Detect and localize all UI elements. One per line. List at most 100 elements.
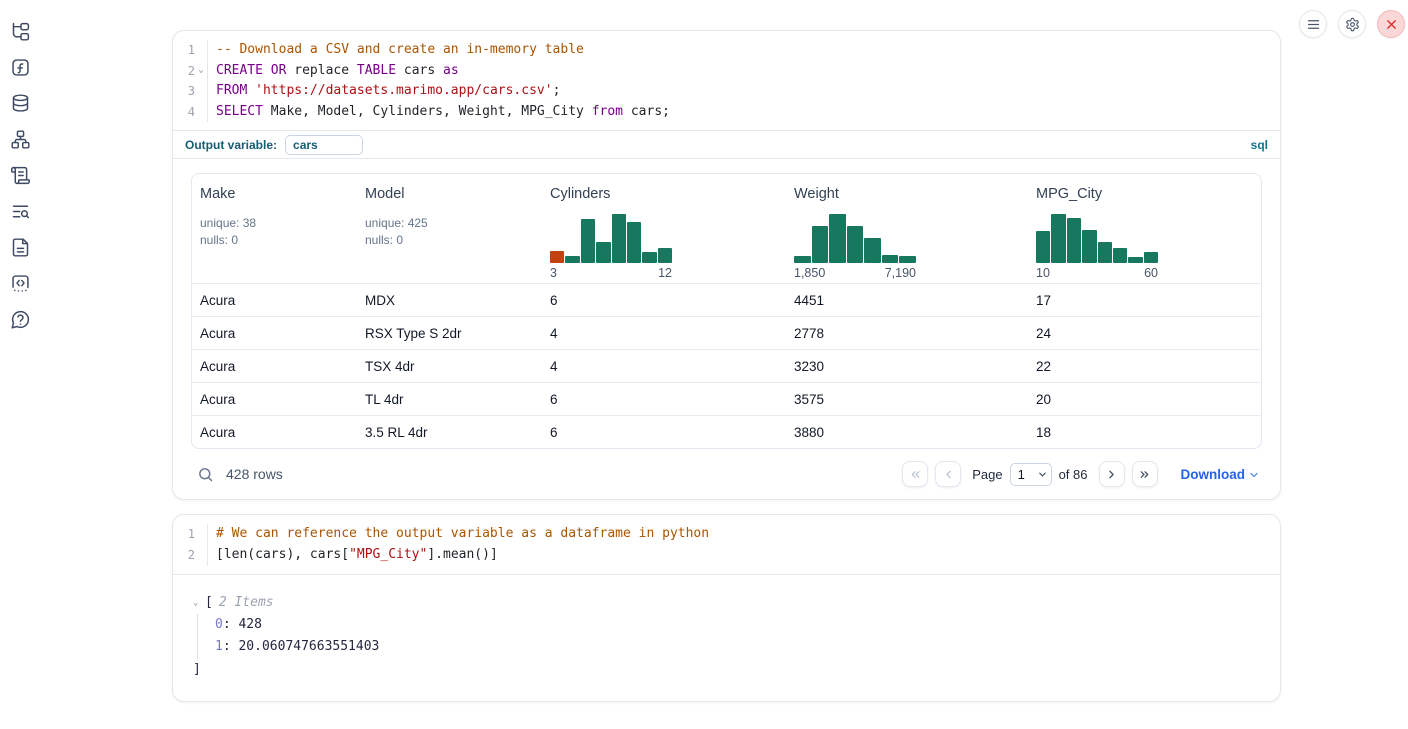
gutter-spacer — [195, 545, 208, 566]
table-cell: TL 4dr — [357, 392, 542, 407]
table-cell: 6 — [542, 392, 786, 407]
topbar-actions — [1299, 10, 1405, 38]
next-page-button[interactable] — [1099, 461, 1125, 487]
code-line[interactable]: 2⌄CREATE OR replace TABLE cars as — [173, 61, 1280, 82]
python-cell: 1# We can reference the output variable … — [172, 514, 1281, 702]
table-cell: 3880 — [786, 425, 1028, 440]
hist-bar — [882, 255, 899, 264]
column-header-make[interactable]: Make unique: 38 nulls: 0 — [192, 186, 357, 280]
chevron-down-icon — [1248, 469, 1260, 481]
hist-bar — [596, 242, 610, 264]
code-line[interactable]: 1-- Download a CSV and create an in-memo… — [173, 40, 1280, 61]
line-number: 2 — [173, 61, 195, 82]
table-cell: 17 — [1028, 293, 1261, 308]
gutter-spacer — [195, 524, 208, 545]
first-page-button[interactable] — [902, 461, 928, 487]
sql-code-editor[interactable]: 1-- Download a CSV and create an in-memo… — [173, 31, 1280, 130]
table-cell: Acura — [192, 359, 357, 374]
dependency-graph-icon[interactable] — [10, 129, 31, 150]
shutdown-x-icon[interactable] — [1377, 10, 1405, 38]
hist-bar — [899, 256, 916, 263]
fold-chevron-icon[interactable]: ⌄ — [195, 61, 208, 82]
gutter-spacer — [195, 40, 208, 61]
last-page-button[interactable] — [1132, 461, 1158, 487]
items-count-label: 2 Items — [219, 592, 274, 614]
text-search-icon[interactable] — [10, 201, 31, 222]
code-line[interactable]: 1# We can reference the output variable … — [173, 524, 1280, 545]
gutter-spacer — [195, 102, 208, 123]
column-header-weight[interactable]: Weight 1,850 7,190 — [786, 186, 1028, 280]
mpg-city-histogram: 10 60 — [1036, 211, 1261, 280]
settings-gear-icon[interactable] — [1338, 10, 1366, 38]
download-button[interactable]: Download — [1181, 467, 1261, 482]
table-cell: 6 — [542, 425, 786, 440]
pagination: Page 1 of 86 — [902, 461, 1260, 487]
column-header-model[interactable]: Model unique: 425 nulls: 0 — [357, 186, 542, 280]
output-variable-input[interactable] — [285, 135, 363, 155]
tree-item: 1: 20.060747663551403 — [215, 636, 1260, 658]
column-header-mpg-city[interactable]: MPG_City 10 60 — [1028, 186, 1261, 280]
table-cell: 2778 — [786, 326, 1028, 341]
hist-bar — [658, 248, 672, 264]
hist-bar — [581, 219, 595, 264]
code-line[interactable]: 3FROM 'https://datasets.marimo.app/cars.… — [173, 81, 1280, 102]
hist-bar — [1036, 231, 1050, 263]
cylinders-histogram: 3 12 — [550, 211, 786, 280]
table-row[interactable]: AcuraMDX6445117 — [192, 283, 1261, 316]
table-cell: 6 — [542, 293, 786, 308]
table-cell: Acura — [192, 293, 357, 308]
hist-bar — [847, 226, 864, 263]
snippets-icon[interactable] — [10, 273, 31, 294]
table-cell: 22 — [1028, 359, 1261, 374]
database-icon[interactable] — [10, 93, 31, 114]
column-name: Make — [200, 186, 357, 202]
tree-collapse-row[interactable]: ⌄ [ 2 Items — [193, 592, 1260, 614]
column-name: Model — [365, 186, 542, 202]
column-name: Cylinders — [550, 186, 786, 202]
hist-bar — [1082, 230, 1096, 264]
tree-item: 0: 428 — [215, 614, 1260, 636]
row-count: 428 rows — [226, 466, 283, 482]
hist-bar — [1067, 218, 1081, 264]
left-sidebar — [10, 21, 31, 330]
table-row[interactable]: AcuraTL 4dr6357520 — [192, 382, 1261, 415]
data-table: Make unique: 38 nulls: 0 Model unique: 4… — [191, 173, 1262, 449]
table-cell: 3.5 RL 4dr — [357, 425, 542, 440]
help-icon[interactable] — [10, 309, 31, 330]
hist-bar — [794, 256, 811, 263]
code-line[interactable]: 2[len(cars), cars["MPG_City"].mean()] — [173, 545, 1280, 566]
histogram-axis: 3 12 — [550, 266, 672, 280]
table-cell: 20 — [1028, 392, 1261, 407]
table-footer: 428 rows Page 1 — [191, 457, 1262, 487]
file-tree-icon[interactable] — [10, 21, 31, 42]
table-cell: MDX — [357, 293, 542, 308]
menu-icon[interactable] — [1299, 10, 1327, 38]
table-cell: 4451 — [786, 293, 1028, 308]
code-line[interactable]: 4SELECT Make, Model, Cylinders, Weight, … — [173, 102, 1280, 123]
notebook-area: 1-- Download a CSV and create an in-memo… — [172, 30, 1281, 702]
table-cell: 24 — [1028, 326, 1261, 341]
table-row[interactable]: AcuraTSX 4dr4323022 — [192, 349, 1261, 382]
search-icon[interactable] — [197, 466, 214, 483]
table-cell: 18 — [1028, 425, 1261, 440]
hist-bar — [627, 222, 641, 264]
column-header-cylinders[interactable]: Cylinders 3 12 — [542, 186, 786, 280]
function-square-icon[interactable] — [10, 57, 31, 78]
document-icon[interactable] — [10, 237, 31, 258]
page-select[interactable]: 1 — [1010, 463, 1052, 486]
gutter-spacer — [195, 81, 208, 102]
sql-cell-toolbar: Output variable: sql — [173, 130, 1280, 159]
table-row[interactable]: Acura3.5 RL 4dr6388018 — [192, 415, 1261, 448]
python-code-editor[interactable]: 1# We can reference the output variable … — [173, 515, 1280, 574]
language-badge: sql — [1251, 138, 1268, 152]
table-cell: 4 — [542, 359, 786, 374]
column-stats: unique: 38 nulls: 0 — [200, 215, 357, 248]
scroll-logs-icon[interactable] — [10, 165, 31, 186]
line-number: 1 — [173, 40, 195, 61]
close-bracket: ] — [193, 659, 1260, 681]
table-row[interactable]: AcuraRSX Type S 2dr4277824 — [192, 316, 1261, 349]
previous-page-button[interactable] — [935, 461, 961, 487]
table-cell: 4 — [542, 326, 786, 341]
page-total: of 86 — [1059, 467, 1088, 482]
hist-bar — [1144, 252, 1158, 263]
